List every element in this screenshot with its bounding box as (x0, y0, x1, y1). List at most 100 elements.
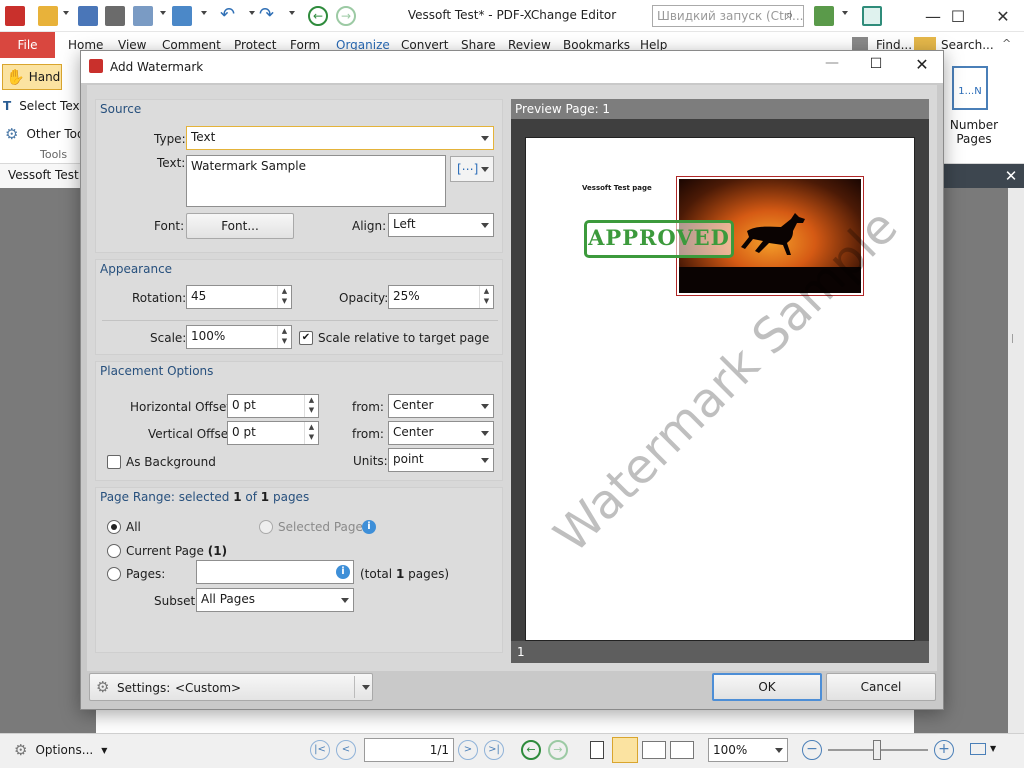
opacity-input[interactable]: 25% ▲ ▼ (388, 285, 494, 309)
forward-icon[interactable]: → (336, 6, 356, 26)
open-folder-icon[interactable] (38, 6, 58, 26)
horizontal-from-select[interactable]: Center (388, 394, 494, 418)
title-bar: ↶ ↷ ← → Vessoft Test* - PDF-XChange Edit… (0, 0, 1024, 32)
vertical-offset-input[interactable]: 0 pt ▲ ▼ (227, 421, 319, 445)
vertical-from-select[interactable]: Center (388, 421, 494, 445)
search-button[interactable]: Search... (941, 38, 994, 52)
macro-dropdown-icon (481, 167, 489, 172)
search-icon[interactable]: ⌕ (786, 8, 793, 23)
close-document-icon[interactable]: ✕ (1000, 166, 1022, 186)
total-prefix: (total (360, 567, 396, 581)
print-icon[interactable] (105, 6, 125, 26)
next-page-icon[interactable]: > (458, 740, 478, 760)
pages-input[interactable] (196, 560, 354, 584)
scale-relative-checkbox[interactable]: ✔ (299, 331, 313, 345)
zoom-in-icon[interactable]: + (934, 740, 954, 760)
preview-page-heading: Vessoft Test page (582, 184, 652, 192)
horizontal-offset-input[interactable]: 0 pt ▲ ▼ (227, 394, 319, 418)
number-pages-label-2: Pages (956, 132, 992, 146)
insert-macro-button[interactable]: [⋯] (450, 156, 494, 182)
dialog-maximize-button[interactable]: ☐ (861, 56, 891, 80)
quick-launch-input[interactable]: Швидкий запуск (Ctrl... (652, 5, 804, 27)
first-page-icon[interactable]: |< (310, 740, 330, 760)
range-current-page-radio[interactable] (107, 544, 121, 558)
options-button[interactable]: ⚙ Options... ▼ (14, 741, 107, 759)
ribbon-collapse-icon[interactable]: ^ (1002, 37, 1011, 50)
single-page-icon[interactable] (590, 741, 604, 759)
dialog-minimize-button[interactable]: — (817, 55, 847, 79)
undo-icon[interactable]: ↶ (220, 6, 240, 26)
email-icon[interactable] (133, 6, 153, 26)
save-icon[interactable] (78, 6, 98, 26)
selected-pages-info-icon[interactable]: i (362, 520, 376, 534)
preview-header: Preview Page: 1 (511, 99, 929, 119)
undo-dropdown-icon[interactable] (249, 11, 255, 15)
units-value: point (393, 452, 424, 466)
scan-icon[interactable] (172, 6, 192, 26)
last-page-icon[interactable]: >| (484, 740, 504, 760)
zoom-slider-handle[interactable] (873, 740, 881, 760)
hand-tool-button[interactable]: ✋ Hand (2, 64, 62, 90)
continuous-page-icon[interactable] (612, 737, 638, 763)
zoom-out-icon[interactable]: − (802, 740, 822, 760)
watermark-text-input[interactable]: Watermark Sample (186, 155, 446, 207)
cancel-button[interactable]: Cancel (826, 673, 936, 701)
macro-icon: [⋯] (457, 162, 479, 176)
opacity-spinner-icon[interactable]: ▲ ▼ (479, 286, 493, 308)
continuous-facing-icon[interactable] (670, 741, 694, 759)
source-panel: Source Type: Text Text: Watermark Sample… (95, 99, 503, 253)
range-pages-radio[interactable] (107, 567, 121, 581)
number-pages-button[interactable]: Number Pages (946, 118, 1002, 146)
redo-dropdown-icon[interactable] (289, 11, 295, 15)
scan-dropdown-icon[interactable] (201, 11, 207, 15)
as-background-checkbox[interactable] (107, 455, 121, 469)
redo-icon[interactable]: ↷ (259, 6, 279, 26)
zoom-select[interactable]: 100% (708, 738, 788, 762)
range-all-label: All (126, 520, 141, 534)
document-tab[interactable]: Vessoft Test * (0, 164, 88, 188)
number-pages-icon[interactable]: 1...N (952, 66, 988, 110)
align-select[interactable]: Left (388, 213, 494, 237)
font-button[interactable]: Font... (186, 213, 294, 239)
page-range-header: Page Range: selected 1 of 1 pages (100, 490, 309, 504)
range-selected-pages-label: Selected Pages (278, 520, 370, 534)
rotation-spinner-icon[interactable]: ▲ ▼ (277, 286, 291, 308)
maximize-button[interactable]: ☐ (935, 0, 981, 32)
vertical-offset-spinner-icon[interactable]: ▲ ▼ (304, 422, 318, 444)
fullscreen-icon[interactable] (862, 6, 882, 26)
back-icon[interactable]: ← (308, 6, 328, 26)
find-icon (852, 37, 868, 51)
approved-stamp: APPROVED (584, 220, 734, 258)
pages-info-icon[interactable]: i (336, 565, 350, 579)
next-view-icon[interactable]: → (548, 740, 568, 760)
scale-input[interactable]: 100% ▲ ▼ (186, 325, 292, 349)
dialog-close-button[interactable]: ✕ (907, 55, 937, 79)
scale-spinner-icon[interactable]: ▲ ▼ (277, 326, 291, 348)
previous-view-icon[interactable]: ← (521, 740, 541, 760)
scroll-thumb[interactable]: | (1011, 334, 1020, 346)
fit-dropdown-icon[interactable]: ▼ (990, 744, 996, 753)
rotation-input[interactable]: 45 ▲ ▼ (186, 285, 292, 309)
settings-dropdown-icon[interactable] (842, 11, 848, 15)
open-dropdown-icon[interactable] (63, 11, 69, 15)
range-all-radio[interactable] (107, 520, 121, 534)
horse-silhouette-icon (741, 213, 805, 255)
ok-button[interactable]: OK (712, 673, 822, 701)
horizontal-offset-spinner-icon[interactable]: ▲ ▼ (304, 395, 318, 417)
vertical-scrollbar[interactable]: | (1008, 188, 1024, 733)
close-button[interactable]: ✕ (980, 0, 1024, 32)
tab-file[interactable]: File (0, 32, 55, 58)
units-select[interactable]: point (388, 448, 494, 472)
page-range-selected: 1 (233, 490, 242, 504)
settings-select[interactable]: ⚙ Settings: <Custom> (89, 673, 373, 701)
page-number-input[interactable]: 1/1 (364, 738, 454, 762)
select-text-button[interactable]: T Select Text (3, 95, 84, 117)
subset-select[interactable]: All Pages (196, 588, 354, 612)
email-dropdown-icon[interactable] (160, 11, 166, 15)
previous-page-icon[interactable]: < (336, 740, 356, 760)
facing-pages-icon[interactable] (642, 741, 666, 759)
settings-icon[interactable] (814, 6, 834, 26)
fit-width-icon[interactable] (970, 743, 986, 755)
type-select[interactable]: Text (186, 126, 494, 150)
placement-panel: Placement Options Horizontal Offset: 0 p… (95, 361, 503, 481)
